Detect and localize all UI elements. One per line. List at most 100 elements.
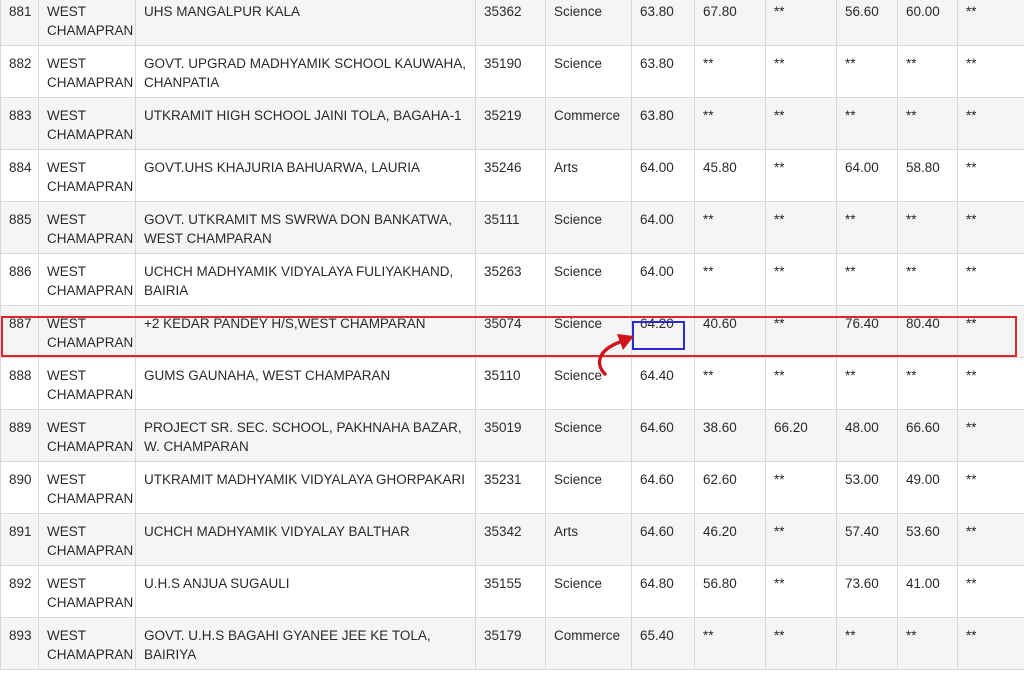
marks-cell: ** bbox=[897, 201, 958, 254]
school-name-cell: UTKRAMIT HIGH SCHOOL JAINI TOLA, BAGAHA-… bbox=[135, 97, 476, 150]
marks-cell: ** bbox=[765, 305, 837, 358]
district-cell: WEST CHAMAPRAN bbox=[38, 149, 136, 202]
table-row: 881 WEST CHAMAPRAN UHS MANGALPUR KALA 35362… bbox=[0, 0, 1024, 46]
marks-cell: ** bbox=[765, 617, 837, 670]
marks-cell: 64.40 bbox=[631, 357, 695, 410]
marks-cell: 56.60 bbox=[836, 0, 898, 46]
results-table: 881 WEST CHAMAPRAN UHS MANGALPUR KALA 35362… bbox=[0, 0, 1024, 670]
marks-cell: ** bbox=[957, 617, 1024, 670]
school-code-cell: 35246 bbox=[475, 149, 546, 202]
school-name-cell: GOVT. UTKRAMIT MS SWRWA DON BANKATWA, WE… bbox=[135, 201, 476, 254]
marks-cell: ** bbox=[957, 253, 1024, 306]
district-cell: WEST CHAMAPRAN bbox=[38, 253, 136, 306]
rank-cell: 885 bbox=[0, 201, 39, 254]
table-row: 892 WEST CHAMAPRAN U.H.S ANJUA SUGAULI 3515… bbox=[0, 565, 1024, 618]
marks-cell: 53.00 bbox=[836, 461, 898, 514]
table-row: 882 WEST CHAMAPRAN GOVT. UPGRAD MADHYAMIK … bbox=[0, 45, 1024, 98]
marks-cell: 73.60 bbox=[836, 565, 898, 618]
table-row: 885 WEST CHAMAPRAN GOVT. UTKRAMIT MS SWRWA… bbox=[0, 201, 1024, 254]
school-code-cell: 35263 bbox=[475, 253, 546, 306]
stream-cell: Science bbox=[545, 201, 632, 254]
school-name-cell: GOVT.UHS KHAJURIA BAHUARWA, LAURIA bbox=[135, 149, 476, 202]
marks-cell: ** bbox=[765, 0, 837, 46]
marks-cell: 58.80 bbox=[897, 149, 958, 202]
school-name-cell: GOVT. U.H.S BAGAHI GYANEE JEE KE TOLA, B… bbox=[135, 617, 476, 670]
marks-cell: ** bbox=[836, 97, 898, 150]
school-code-cell: 35362 bbox=[475, 0, 546, 46]
marks-cell: 48.00 bbox=[836, 409, 898, 462]
marks-cell: ** bbox=[765, 149, 837, 202]
marks-cell: ** bbox=[957, 149, 1024, 202]
district-cell: WEST CHAMAPRAN bbox=[38, 565, 136, 618]
marks-cell: ** bbox=[897, 97, 958, 150]
school-name-cell: UCHCH MADHYAMIK VIDYALAYA FULIYAKHAND, B… bbox=[135, 253, 476, 306]
table-row: 891 WEST CHAMAPRAN UCHCH MADHYAMIK VIDYALA… bbox=[0, 513, 1024, 566]
rank-cell: 892 bbox=[0, 565, 39, 618]
marks-cell: ** bbox=[897, 357, 958, 410]
marks-cell: 64.00 bbox=[836, 149, 898, 202]
marks-cell: ** bbox=[694, 253, 766, 306]
district-cell: WEST CHAMAPRAN bbox=[38, 461, 136, 514]
district-cell: WEST CHAMAPRAN bbox=[38, 97, 136, 150]
stream-cell: Commerce bbox=[545, 617, 632, 670]
marks-cell: 41.00 bbox=[897, 565, 958, 618]
marks-cell: 63.80 bbox=[631, 0, 695, 46]
marks-cell: 64.00 bbox=[631, 149, 695, 202]
rank-cell: 884 bbox=[0, 149, 39, 202]
school-code-cell: 35019 bbox=[475, 409, 546, 462]
district-cell: WEST CHAMAPRAN bbox=[38, 409, 136, 462]
marks-cell: ** bbox=[957, 45, 1024, 98]
school-code-cell: 35111 bbox=[475, 201, 546, 254]
marks-cell: 49.00 bbox=[897, 461, 958, 514]
rank-cell: 893 bbox=[0, 617, 39, 670]
marks-cell: 76.40 bbox=[836, 305, 898, 358]
marks-cell: 60.00 bbox=[897, 0, 958, 46]
table-row: 887 WEST CHAMAPRAN +2 KEDAR PANDEY H/S,WES… bbox=[0, 305, 1024, 358]
rank-cell: 882 bbox=[0, 45, 39, 98]
school-name-cell: UTKRAMIT MADHYAMIK VIDYALAYA GHORPAKARI bbox=[135, 461, 476, 514]
marks-cell: 64.60 bbox=[631, 461, 695, 514]
marks-cell: ** bbox=[957, 357, 1024, 410]
marks-cell: 64.80 bbox=[631, 565, 695, 618]
marks-cell: ** bbox=[836, 201, 898, 254]
marks-cell: 63.80 bbox=[631, 97, 695, 150]
marks-cell: 63.80 bbox=[631, 45, 695, 98]
school-name-cell: PROJECT SR. SEC. SCHOOL, PAKHNAHA BAZAR,… bbox=[135, 409, 476, 462]
district-cell: WEST CHAMAPRAN bbox=[38, 0, 136, 46]
marks-cell: ** bbox=[694, 201, 766, 254]
marks-cell: ** bbox=[957, 0, 1024, 46]
school-code-cell: 35190 bbox=[475, 45, 546, 98]
marks-cell: 64.60 bbox=[631, 513, 695, 566]
marks-cell: ** bbox=[957, 565, 1024, 618]
stream-cell: Science bbox=[545, 305, 632, 358]
marks-cell: 40.60 bbox=[694, 305, 766, 358]
stream-cell: Arts bbox=[545, 149, 632, 202]
marks-cell: ** bbox=[897, 45, 958, 98]
school-code-cell: 35342 bbox=[475, 513, 546, 566]
school-code-cell: 35219 bbox=[475, 97, 546, 150]
rank-cell: 887 bbox=[0, 305, 39, 358]
marks-cell: ** bbox=[765, 461, 837, 514]
marks-cell: ** bbox=[765, 513, 837, 566]
district-cell: WEST CHAMAPRAN bbox=[38, 305, 136, 358]
school-name-cell: UCHCH MADHYAMIK VIDYALAY BALTHAR bbox=[135, 513, 476, 566]
school-name-cell: +2 KEDAR PANDEY H/S,WEST CHAMPARAN bbox=[135, 305, 476, 358]
school-name-cell: U.H.S ANJUA SUGAULI bbox=[135, 565, 476, 618]
table-row: 886 WEST CHAMAPRAN UCHCH MADHYAMIK VIDYALA… bbox=[0, 253, 1024, 306]
marks-cell: ** bbox=[765, 45, 837, 98]
marks-cell: 67.80 bbox=[694, 0, 766, 46]
marks-cell: ** bbox=[694, 617, 766, 670]
stream-cell: Science bbox=[545, 565, 632, 618]
marks-cell: ** bbox=[957, 461, 1024, 514]
marks-cell: 38.60 bbox=[694, 409, 766, 462]
district-cell: WEST CHAMAPRAN bbox=[38, 617, 136, 670]
marks-cell: 45.80 bbox=[694, 149, 766, 202]
rank-cell: 881 bbox=[0, 0, 39, 46]
marks-cell: 53.60 bbox=[897, 513, 958, 566]
table-row: 888 WEST CHAMAPRAN GUMS GAUNAHA, WEST CHAM… bbox=[0, 357, 1024, 410]
district-cell: WEST CHAMAPRAN bbox=[38, 513, 136, 566]
rank-cell: 890 bbox=[0, 461, 39, 514]
rank-cell: 886 bbox=[0, 253, 39, 306]
marks-cell: ** bbox=[765, 565, 837, 618]
marks-cell: ** bbox=[694, 45, 766, 98]
